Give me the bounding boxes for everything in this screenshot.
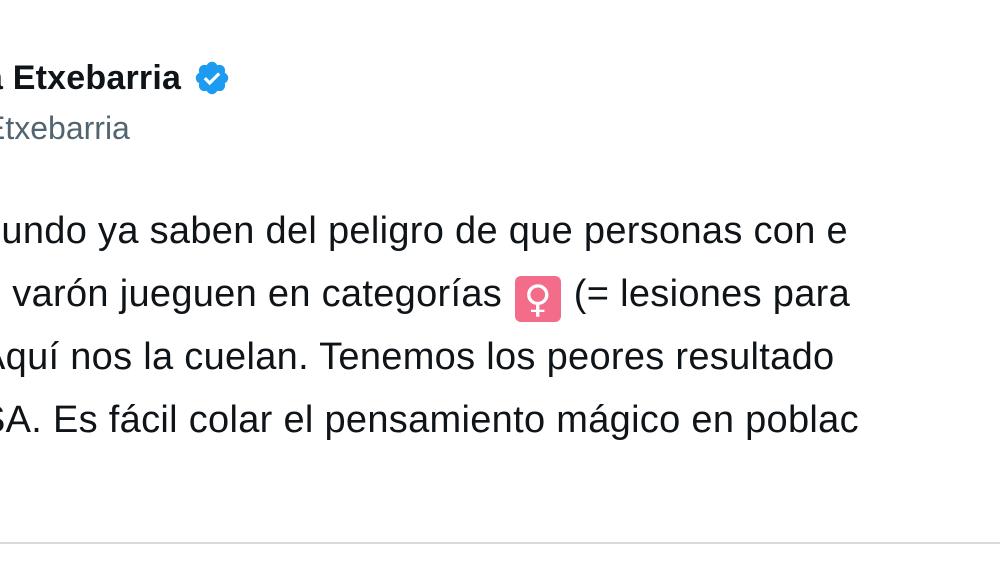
tweet-text-line-1: nundo ya saben del peligro de que person… (0, 210, 848, 252)
tweet-header: a Etxebarria Etxebarria (0, 52, 231, 147)
tweet-text-line-4: SA. Es fácil colar el pensamiento mágico… (0, 399, 859, 441)
tweet-card: a Etxebarria Etxebarria nundo ya saben d… (0, 0, 1000, 567)
tweet-text-line-3: Aquí nos la cuelan. Tenemos los peores r… (0, 336, 835, 378)
verified-badge-icon (193, 59, 231, 97)
tweet-text-line-5: . (0, 452, 1000, 515)
tweet-text-line-2: e varón jueguen en categorías ♀ (= lesio… (0, 263, 1000, 326)
verified-badge-svg (195, 61, 229, 95)
author-name-row[interactable]: a Etxebarria (0, 52, 231, 104)
tweet-divider (0, 542, 1000, 544)
tweet-text-line-2-end: (= lesiones para (562, 273, 851, 315)
tweet-text-line-2-start: e varón jueguen en categorías (0, 273, 513, 315)
author-handle[interactable]: Etxebarria (0, 110, 231, 147)
tweet-text: nundo ya saben del peligro de que person… (0, 200, 1000, 515)
female-sign-icon: ♀ (514, 276, 561, 322)
author-display-name[interactable]: a Etxebarria (0, 59, 181, 98)
